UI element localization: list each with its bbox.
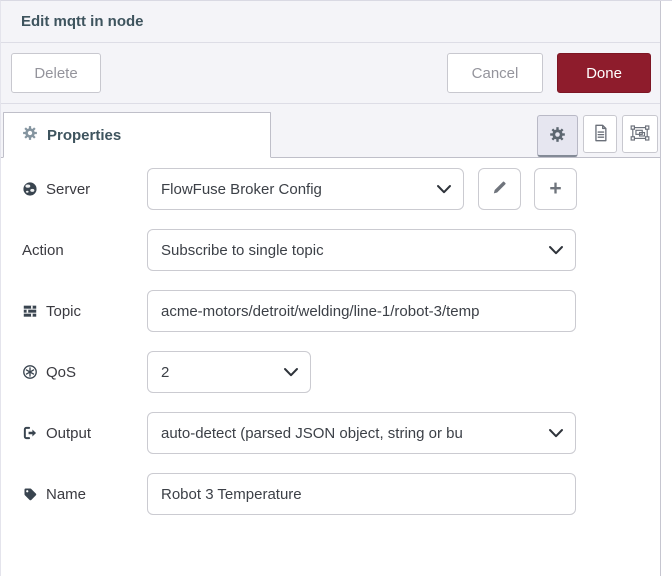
tasks-icon	[21, 303, 39, 319]
description-icon	[591, 123, 609, 146]
output-select-value: auto-detect (parsed JSON object, string …	[161, 424, 463, 442]
edit-server-button[interactable]	[478, 168, 521, 210]
server-row: Server FlowFuse Broker Config +	[1, 168, 660, 210]
tab-row: Properties	[1, 104, 661, 158]
chevron-down-icon	[436, 182, 452, 199]
topic-label: Topic	[1, 303, 147, 320]
plus-icon: +	[549, 177, 562, 200]
description-tab-button[interactable]	[583, 115, 618, 153]
name-label-text: Name	[46, 485, 87, 503]
scrollbar-gutter[interactable]	[660, 1, 672, 576]
dialog-button-bar: Delete Cancel Done	[1, 43, 661, 104]
tab-properties-label: Properties	[47, 126, 122, 144]
edit-mqtt-node-dialog: Edit mqtt in node Delete Cancel Done Pro…	[0, 0, 672, 576]
cancel-button[interactable]: Cancel	[447, 53, 544, 93]
server-select[interactable]: FlowFuse Broker Config	[147, 168, 464, 210]
output-row: Output auto-detect (parsed JSON object, …	[1, 412, 660, 454]
tag-icon	[21, 486, 39, 502]
qos-label-text: QoS	[46, 363, 77, 381]
editor-toolbar	[537, 115, 659, 157]
output-label: Output	[1, 425, 147, 442]
circled-asterisk-icon	[21, 364, 39, 380]
name-input[interactable]	[147, 473, 576, 515]
name-label: Name	[1, 486, 147, 503]
chevron-down-icon	[548, 426, 564, 443]
gear-icon	[22, 125, 38, 146]
gear-icon	[549, 126, 566, 146]
action-row: Action Subscribe to single topic	[1, 229, 660, 271]
tab-properties[interactable]: Properties	[3, 112, 271, 158]
qos-select[interactable]: 2	[147, 351, 311, 393]
add-server-button[interactable]: +	[534, 168, 577, 210]
dialog-header: Edit mqtt in node	[1, 1, 661, 43]
qos-select-value: 2	[161, 363, 170, 381]
object-group-icon	[630, 124, 650, 145]
name-row: Name	[1, 473, 660, 515]
output-label-text: Output	[46, 424, 92, 442]
server-select-value: FlowFuse Broker Config	[161, 180, 322, 198]
output-select[interactable]: auto-detect (parsed JSON object, string …	[147, 412, 576, 454]
done-button[interactable]: Done	[557, 53, 652, 93]
action-select[interactable]: Subscribe to single topic	[147, 229, 576, 271]
dialog-title: Edit mqtt in node	[21, 13, 144, 30]
server-label-text: Server	[46, 180, 91, 198]
globe-icon	[21, 181, 39, 197]
sign-out-icon	[21, 425, 39, 441]
delete-button[interactable]: Delete	[11, 53, 101, 93]
dialog-main: Edit mqtt in node Delete Cancel Done Pro…	[1, 1, 661, 576]
qos-row: QoS 2	[1, 351, 660, 393]
server-label: Server	[1, 181, 147, 198]
chevron-down-icon	[283, 365, 299, 382]
topic-input[interactable]	[147, 290, 576, 332]
properties-form: Server FlowFuse Broker Config + Action S…	[1, 158, 661, 576]
qos-label: QoS	[1, 364, 147, 381]
chevron-down-icon	[548, 243, 564, 260]
topic-label-text: Topic	[46, 302, 82, 320]
action-select-value: Subscribe to single topic	[161, 241, 324, 259]
appearance-tab-button[interactable]	[622, 115, 659, 153]
pencil-icon	[491, 179, 508, 199]
action-label-text: Action	[22, 241, 64, 259]
settings-tab-button[interactable]	[537, 115, 579, 157]
action-label: Action	[1, 242, 147, 259]
topic-row: Topic	[1, 290, 660, 332]
